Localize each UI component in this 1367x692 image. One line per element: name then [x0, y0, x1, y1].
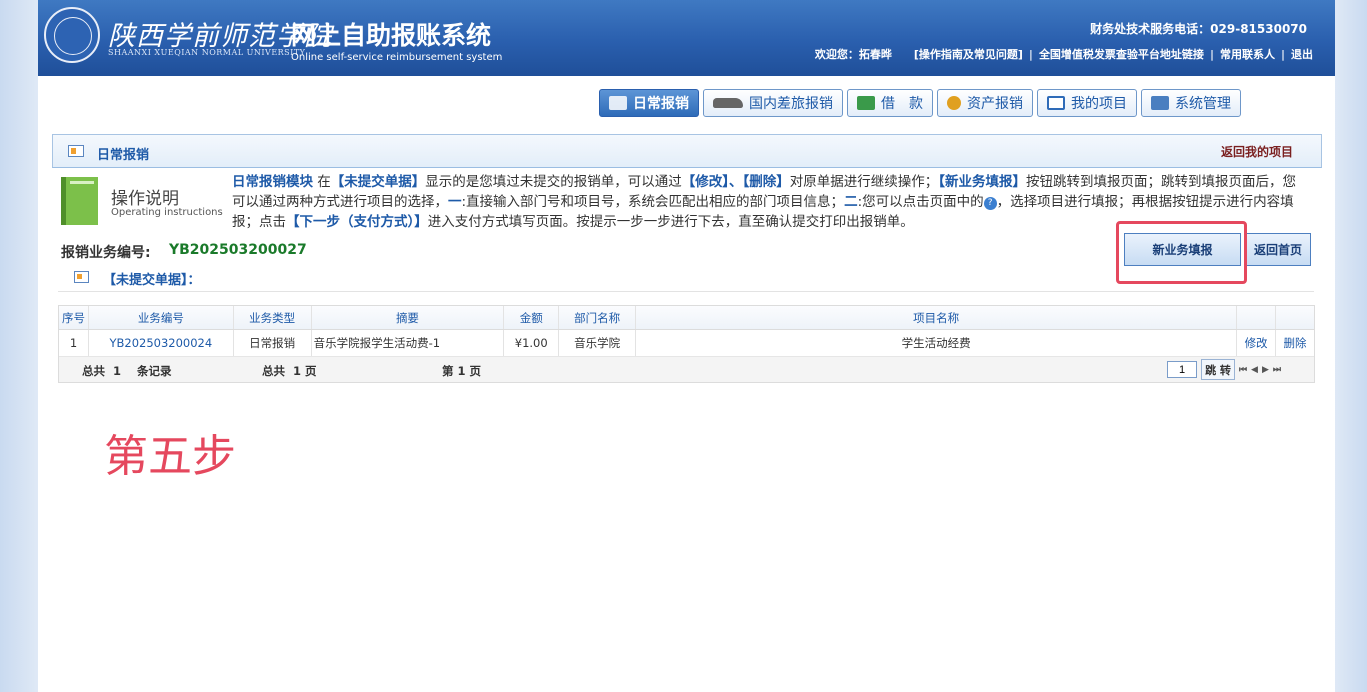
coins-icon	[947, 96, 961, 110]
instruction-segment: 日常报销模块	[232, 174, 313, 190]
delete-link[interactable]: 删除	[1276, 330, 1314, 356]
row-department: 音乐学院	[559, 330, 637, 356]
top-links: 欢迎您：拓春晔 [操作指南及常见问题] | 全国增值税发票查验平台地址链接 | …	[814, 46, 1313, 62]
business-number-label: 报销业务编号:	[61, 245, 151, 261]
instruction-segment: 【修改】、【删除】	[681, 174, 790, 190]
instruction-segment: :您可以点击页面中的	[857, 194, 984, 210]
unsubmitted-table: 序号 业务编号 业务类型 摘要 金额 部门名称 项目名称 1 YB2025032…	[58, 305, 1315, 383]
col-header	[1237, 306, 1277, 329]
instruction-segment: 【未提交单据】	[330, 174, 426, 190]
business-number-value: YB202503200027	[169, 242, 307, 258]
table-header: 序号 业务编号 业务类型 摘要 金额 部门名称 项目名称	[59, 306, 1314, 330]
row-project-name: 学生活动经费	[636, 330, 1238, 356]
unsubmitted-label: 【未提交单据】：	[103, 273, 201, 288]
nav-loan[interactable]: 借 款	[847, 89, 933, 117]
pager: 跳 转 ⏮ ◀ ▶ ⏭	[1167, 359, 1281, 380]
row-summary: 音乐学院报学生活动费-1	[312, 330, 505, 356]
return-home-button[interactable]: 返回首页	[1245, 233, 1311, 266]
nav-my-projects[interactable]: 我的项目	[1037, 89, 1137, 117]
nav-daily-reimbursement[interactable]: 日常报销	[599, 89, 699, 117]
col-header: 项目名称	[636, 306, 1238, 329]
loan-icon	[857, 96, 875, 110]
col-header: 序号	[59, 306, 89, 329]
folder-icon	[74, 271, 89, 283]
next-page-icon[interactable]: ▶	[1262, 365, 1269, 375]
contacts-link[interactable]: 常用联系人	[1220, 46, 1275, 62]
system-icon	[1151, 96, 1169, 110]
system-subtitle: Online self-service reimbursement system	[291, 52, 503, 63]
first-page-icon[interactable]: ⏮	[1239, 365, 1247, 375]
last-page-icon[interactable]: ⏭	[1273, 365, 1281, 375]
instruction-segment: 【下一步（支付方式）】	[286, 214, 428, 230]
jump-button[interactable]: 跳 转	[1201, 359, 1235, 380]
total-records: 总共 1 条记录	[82, 364, 172, 378]
instructions-title-en: Operating instructions	[111, 207, 223, 218]
row-business-no-link[interactable]: YB202503200024	[89, 330, 234, 356]
page-number-input[interactable]	[1167, 361, 1198, 378]
module-icon	[68, 145, 84, 157]
instruction-segment: 在	[313, 174, 331, 190]
divider	[58, 291, 1314, 292]
system-title: 网上自助报账系统	[291, 21, 492, 50]
module-title: 日常报销	[97, 148, 150, 163]
col-header	[1276, 306, 1314, 329]
col-header: 部门名称	[559, 306, 637, 329]
nav-travel-reimbursement[interactable]: 国内差旅报销	[703, 89, 843, 117]
highlight-box	[1116, 221, 1247, 284]
main-nav: 日常报销 国内差旅报销 借 款 资产报销 我的项目 系统管理	[599, 89, 1241, 117]
welcome-text: 欢迎您：拓春晔	[814, 48, 892, 61]
prev-page-icon[interactable]: ◀	[1251, 365, 1258, 375]
instruction-segment: 对原单据进行继续操作；	[789, 174, 939, 190]
col-header: 业务编号	[89, 306, 234, 329]
school-name-en: SHAANXI XUEQIAN NORMAL UNIVERSITY	[108, 48, 306, 57]
instruction-segment: :直接输入部门号和项目号，系统会匹配出相应的部门项目信息；	[461, 194, 845, 210]
instruction-segment: 二	[844, 194, 858, 210]
edit-link[interactable]: 修改	[1237, 330, 1277, 356]
logout-link[interactable]: 退出	[1291, 46, 1313, 62]
list-icon	[1047, 96, 1065, 110]
guide-link[interactable]: [操作指南及常见问题]	[914, 46, 1023, 62]
current-page: 第 1 页	[442, 364, 482, 378]
col-header: 业务类型	[234, 306, 312, 329]
help-icon[interactable]: ?	[983, 197, 997, 210]
module-panel-header: 日常报销 返回我的项目	[52, 134, 1322, 168]
col-header: 金额	[504, 306, 560, 329]
nav-asset-reimbursement[interactable]: 资产报销	[937, 89, 1033, 117]
train-icon	[713, 98, 743, 108]
invoice-check-link[interactable]: 全国增值税发票查验平台地址链接	[1039, 46, 1204, 62]
header-banner: 陕西学前师范学院 SHAANXI XUEQIAN NORMAL UNIVERSI…	[38, 0, 1335, 76]
school-seal-logo	[44, 7, 100, 63]
back-to-my-projects-link[interactable]: 返回我的项目	[1221, 143, 1293, 160]
daily-icon	[609, 96, 627, 110]
nav-system-admin[interactable]: 系统管理	[1141, 89, 1241, 117]
row-type: 日常报销	[234, 330, 312, 356]
instruction-segment: 显示的是您填过未提交的报销单，可以通过	[425, 174, 682, 190]
total-pages: 总共 1 页	[262, 364, 317, 378]
page-frame: 陕西学前师范学院 SHAANXI XUEQIAN NORMAL UNIVERSI…	[38, 0, 1335, 692]
hotline-text: 财务处技术服务电话：029-81530070	[1090, 22, 1307, 36]
row-amount: ¥1.00	[504, 330, 560, 356]
table-footer: 总共 1 条记录 总共 1 页 第 1 页 跳 转 ⏮ ◀ ▶ ⏭	[59, 357, 1314, 382]
instruction-segment: 进入支付方式填写页面。按提示一步一步进行下去，直至确认提交打印出报销单。	[427, 214, 914, 230]
instructions-title: 操作说明	[111, 189, 179, 209]
table-row: 1 YB202503200024 日常报销 音乐学院报学生活动费-1 ¥1.00…	[59, 330, 1314, 357]
book-icon	[61, 177, 98, 225]
step-annotation: 第五步	[104, 431, 236, 482]
instruction-segment: 【新业务填报】	[938, 174, 1027, 190]
row-index: 1	[59, 330, 89, 356]
col-header: 摘要	[312, 306, 505, 329]
instruction-segment: 一	[448, 194, 462, 210]
